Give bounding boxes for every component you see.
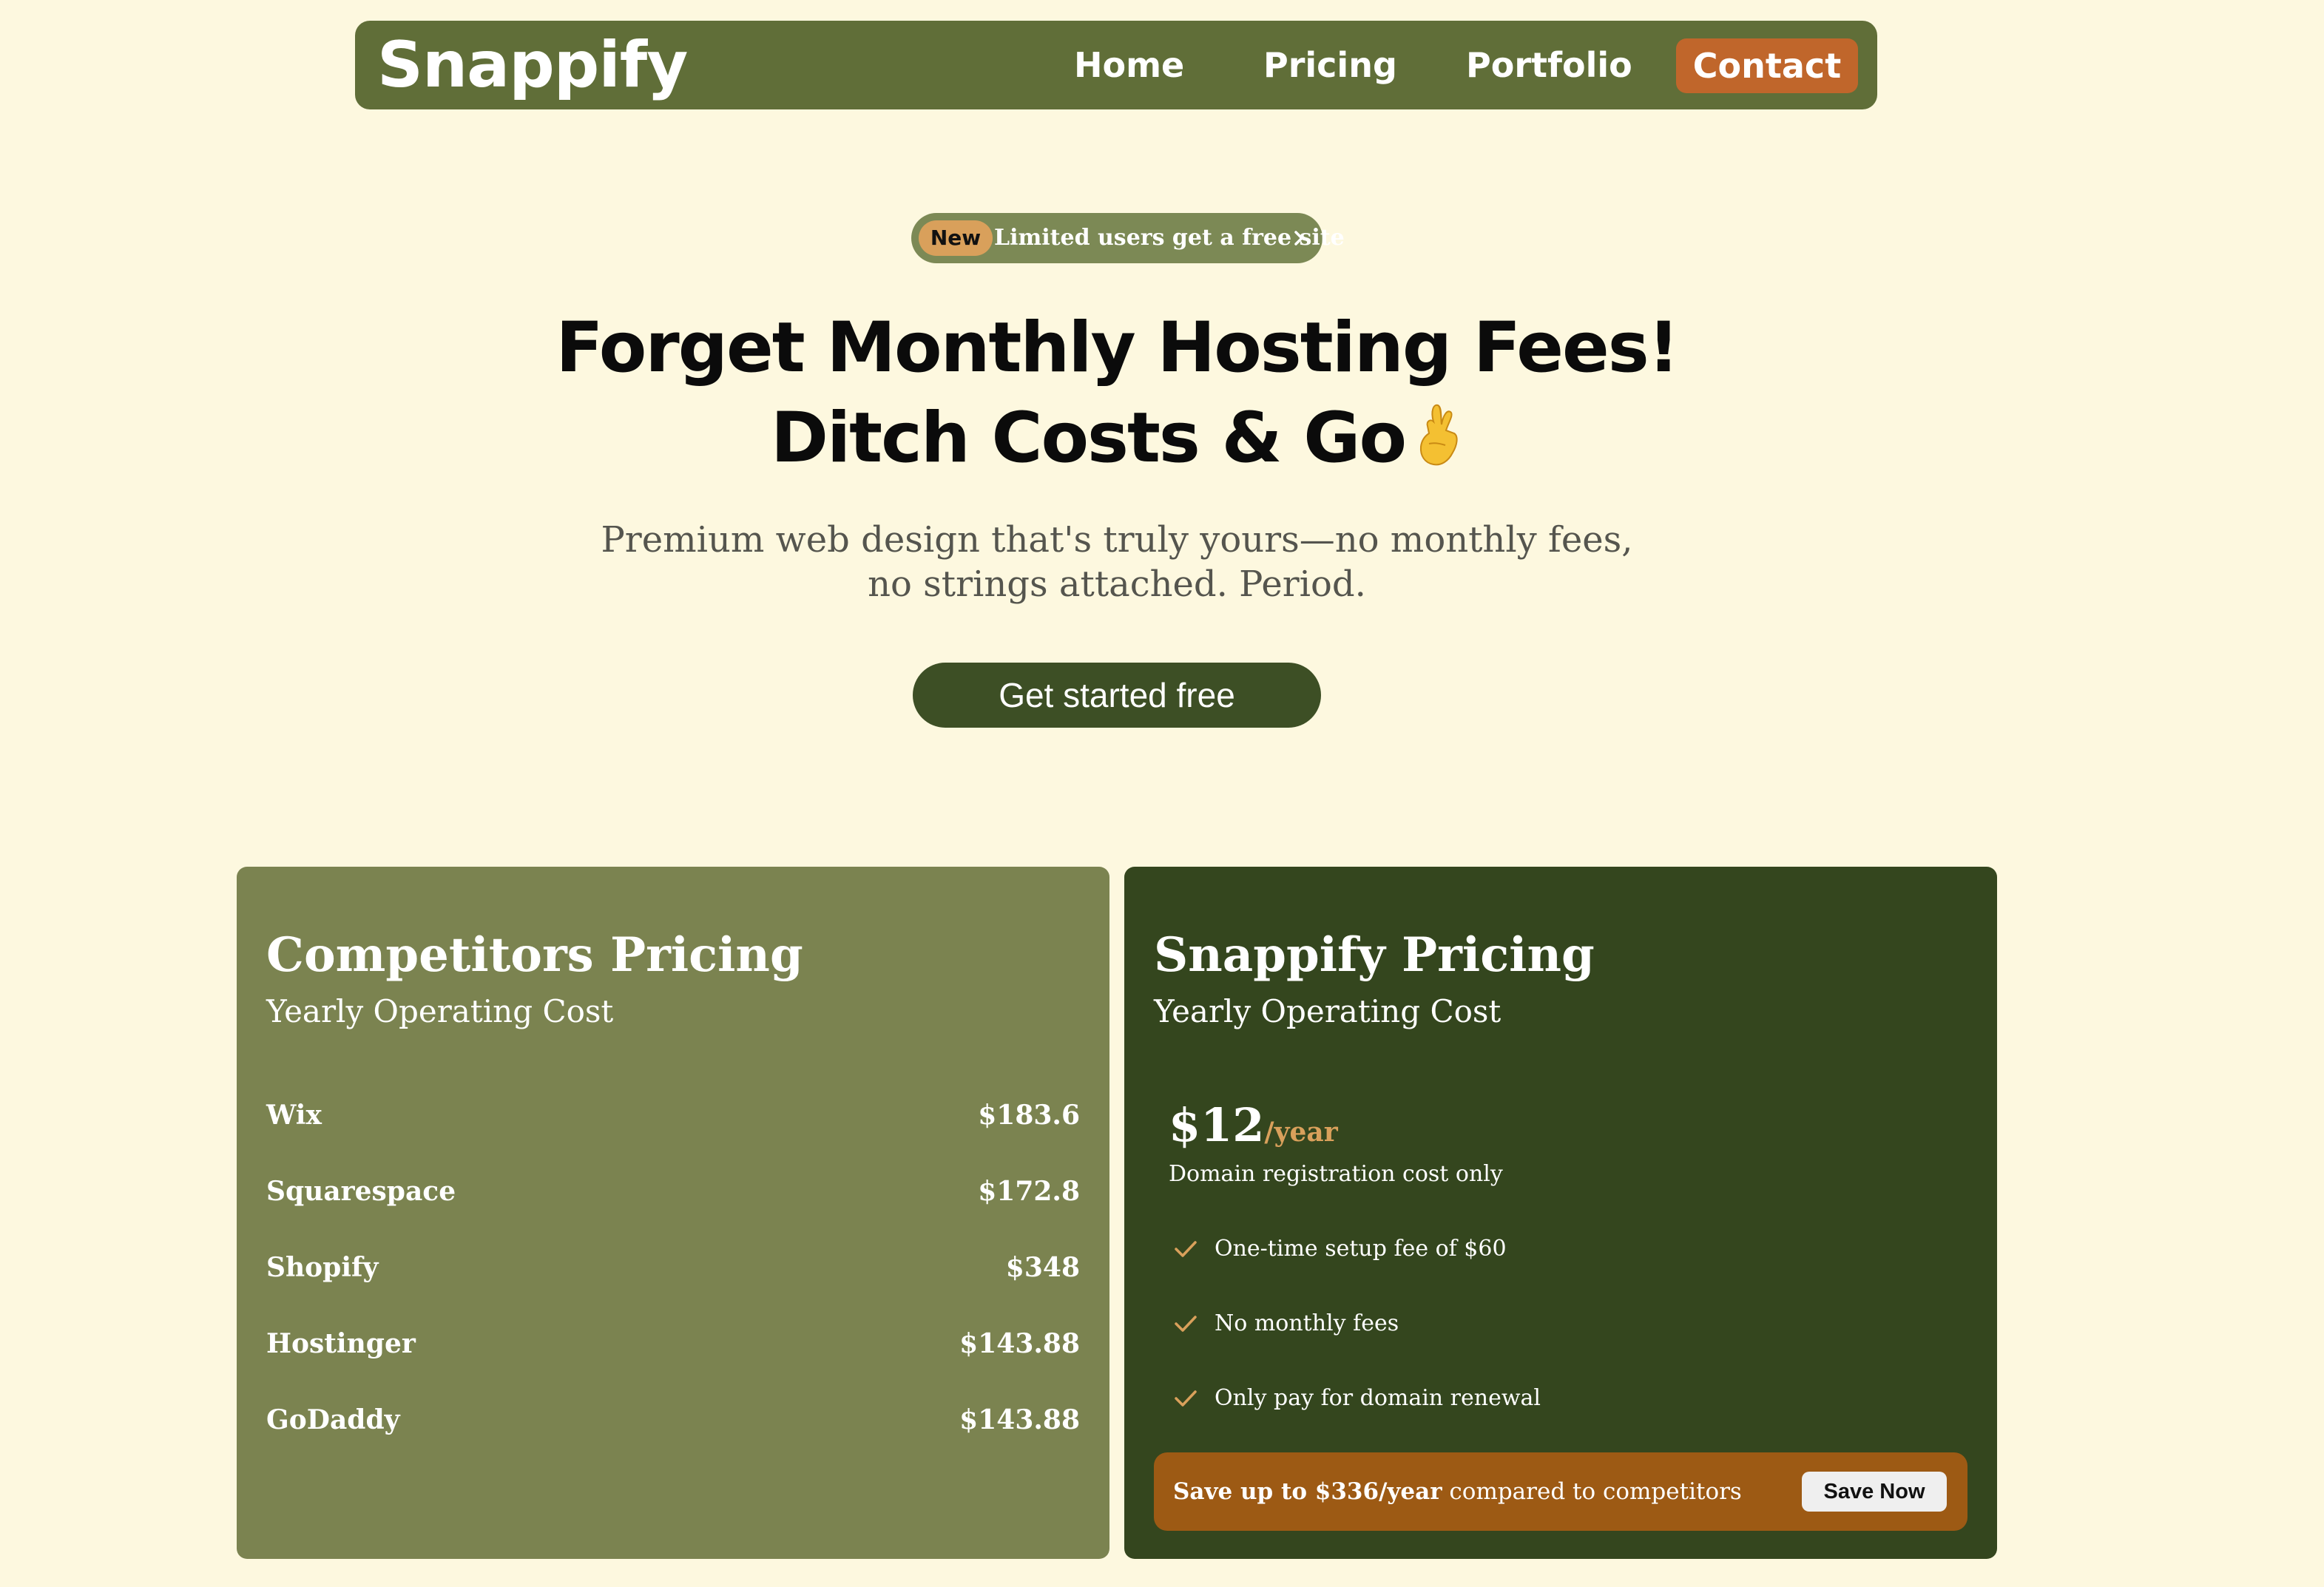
feature-text: Only pay for domain renewal	[1215, 1385, 1541, 1411]
price-note: Domain registration cost only	[1169, 1161, 1503, 1187]
save-now-button[interactable]: Save Now	[1802, 1472, 1947, 1512]
page-headline: Forget Monthly Hosting Fees! Ditch Costs…	[0, 303, 2234, 484]
subheading-line-2: no strings attached. Period.	[868, 564, 1366, 605]
snappify-pricing-card: Snappify Pricing Yearly Operating Cost $…	[1124, 867, 1997, 1559]
hero-subheading: Premium web design that's truly yours—no…	[0, 518, 2234, 606]
new-tag: New	[919, 220, 993, 256]
feature-item: Only pay for domain renewal	[1169, 1380, 1908, 1417]
competitor-price: $143.88	[959, 1328, 1080, 1359]
feature-text: One-time setup fee of $60	[1215, 1236, 1507, 1262]
competitors-subtitle: Yearly Operating Cost	[266, 993, 614, 1029]
competitor-price: $348	[1005, 1252, 1080, 1283]
contact-button[interactable]: Contact	[1676, 38, 1858, 93]
top-navbar: Snappify Home Pricing Portfolio Contact	[355, 21, 1877, 109]
competitor-row: Wix $183.6	[266, 1093, 1080, 1137]
snappify-title: Snappify Pricing	[1154, 927, 1595, 983]
competitor-price: $183.6	[978, 1100, 1080, 1131]
competitors-title: Competitors Pricing	[266, 927, 803, 983]
check-icon	[1175, 1241, 1197, 1257]
crossed-fingers-icon	[1419, 404, 1458, 466]
subheading-line-1: Premium web design that's truly yours—no…	[601, 519, 1633, 561]
competitor-name: Squarespace	[266, 1176, 456, 1207]
feature-text: No monthly fees	[1215, 1310, 1399, 1336]
logo[interactable]: Snappify	[377, 24, 688, 106]
competitor-row: GoDaddy $143.88	[266, 1398, 1080, 1442]
get-started-button[interactable]: Get started free	[913, 663, 1321, 728]
feature-item: One-time setup fee of $60	[1169, 1231, 1908, 1268]
competitor-name: GoDaddy	[266, 1404, 400, 1435]
feature-item: No monthly fees	[1169, 1305, 1908, 1342]
nav-link-pricing[interactable]: Pricing	[1263, 21, 1397, 109]
chevron-right-icon	[1294, 231, 1303, 246]
savings-banner: Save up to $336/year compared to competi…	[1154, 1452, 1967, 1531]
competitor-name: Shopify	[266, 1252, 379, 1283]
competitors-pricing-card: Competitors Pricing Yearly Operating Cos…	[237, 867, 1109, 1559]
headline-line-2: Ditch Costs & Go	[770, 398, 1407, 478]
savings-amount: Save up to $336/year	[1173, 1478, 1442, 1505]
competitor-name: Wix	[266, 1100, 322, 1131]
savings-text: Save up to $336/year compared to competi…	[1173, 1452, 1742, 1531]
price-amount: $12	[1169, 1098, 1265, 1152]
announcement-badge[interactable]: New Limited users get a free site	[911, 213, 1345, 263]
snappify-subtitle: Yearly Operating Cost	[1154, 993, 1502, 1029]
competitor-row: Hostinger $143.88	[266, 1322, 1080, 1366]
competitor-row: Shopify $348	[266, 1245, 1080, 1290]
competitor-name: Hostinger	[266, 1328, 416, 1359]
price-unit: /year	[1264, 1117, 1338, 1148]
nav-link-home[interactable]: Home	[1074, 21, 1184, 109]
headline-line-1: Forget Monthly Hosting Fees!	[555, 308, 1679, 388]
snappify-price: $12/year	[1169, 1096, 1338, 1162]
competitor-price: $172.8	[978, 1176, 1080, 1207]
competitor-row: Squarespace $172.8	[266, 1169, 1080, 1214]
competitor-price: $143.88	[959, 1404, 1080, 1435]
check-icon	[1175, 1390, 1197, 1407]
nav-link-portfolio[interactable]: Portfolio	[1466, 21, 1632, 109]
check-icon	[1175, 1316, 1197, 1332]
savings-comparison: compared to competitors	[1442, 1478, 1742, 1505]
headline-line-2-wrapper: Ditch Costs & Go	[0, 393, 2234, 484]
